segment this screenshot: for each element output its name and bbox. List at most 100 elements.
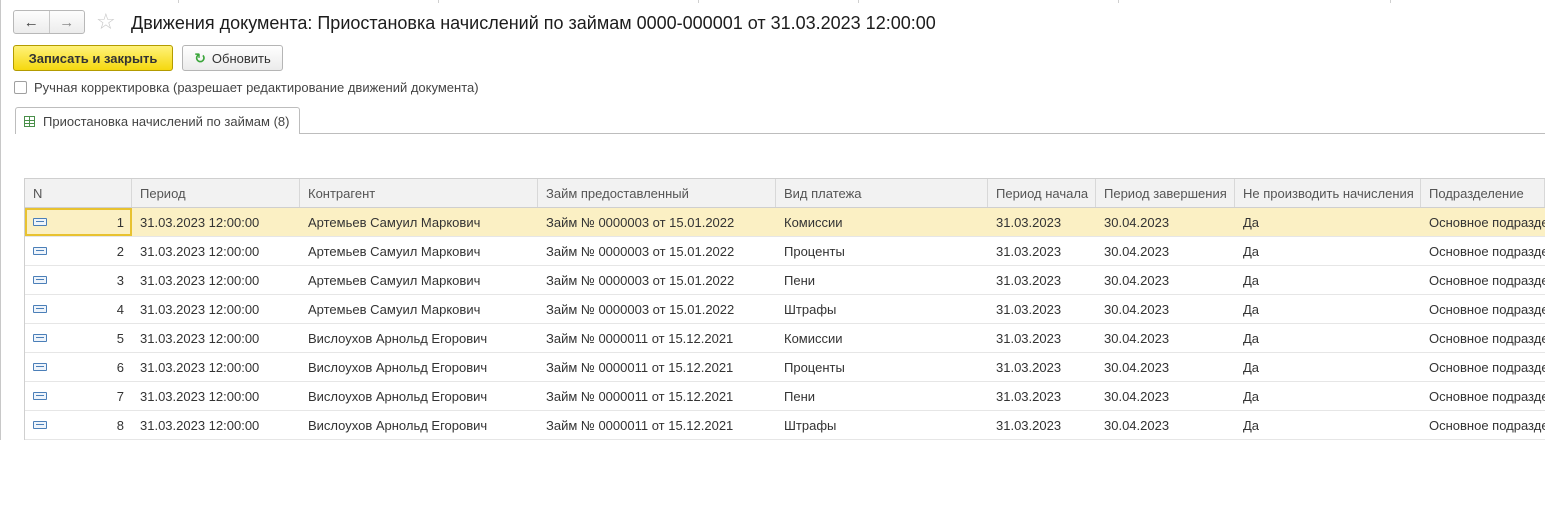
division-cell[interactable]: Основное подразде	[1421, 237, 1545, 265]
counterparty-cell[interactable]: Артемьев Самуил Маркович	[300, 266, 538, 294]
start-cell[interactable]: 31.03.2023	[988, 324, 1096, 352]
manual-edit-option[interactable]: Ручная корректировка (разрешает редактир…	[14, 80, 479, 95]
no-accrual-cell[interactable]: Да	[1235, 353, 1421, 381]
row-number-cell[interactable]: 8	[25, 411, 132, 439]
table-row[interactable]: 7 31.03.2023 12:00:00 Вислоухов Арнольд …	[25, 382, 1545, 411]
table-row[interactable]: 3 31.03.2023 12:00:00 Артемьев Самуил Ма…	[25, 266, 1545, 295]
payment-type-cell[interactable]: Проценты	[776, 237, 988, 265]
table-row[interactable]: 4 31.03.2023 12:00:00 Артемьев Самуил Ма…	[25, 295, 1545, 324]
counterparty-cell[interactable]: Вислоухов Арнольд Егорович	[300, 353, 538, 381]
period-cell[interactable]: 31.03.2023 12:00:00	[132, 208, 300, 236]
end-cell[interactable]: 30.04.2023	[1096, 237, 1235, 265]
loan-cell[interactable]: Займ № 0000003 от 15.01.2022	[538, 208, 776, 236]
division-cell[interactable]: Основное подразде	[1421, 382, 1545, 410]
loan-cell[interactable]: Займ № 0000011 от 15.12.2021	[538, 382, 776, 410]
counterparty-cell[interactable]: Вислоухов Арнольд Егорович	[300, 411, 538, 439]
start-cell[interactable]: 31.03.2023	[988, 353, 1096, 381]
loan-cell[interactable]: Займ № 0000011 от 15.12.2021	[538, 411, 776, 439]
division-cell[interactable]: Основное подразде	[1421, 324, 1545, 352]
row-number-cell[interactable]: 2	[25, 237, 132, 265]
row-number-cell[interactable]: 5	[25, 324, 132, 352]
division-cell[interactable]: Основное подразде	[1421, 295, 1545, 323]
forward-button[interactable]: →	[48, 11, 85, 33]
column-header-period[interactable]: Период	[132, 179, 300, 207]
start-cell[interactable]: 31.03.2023	[988, 208, 1096, 236]
row-number-cell[interactable]: 7	[25, 382, 132, 410]
division-cell[interactable]: Основное подразде	[1421, 266, 1545, 294]
payment-type-cell[interactable]: Проценты	[776, 353, 988, 381]
row-number-cell[interactable]: 6	[25, 353, 132, 381]
table-row[interactable]: 6 31.03.2023 12:00:00 Вислоухов Арнольд …	[25, 353, 1545, 382]
page-title: Движения документа: Приостановка начисле…	[131, 13, 936, 33]
table-row[interactable]: 1 31.03.2023 12:00:00 Артемьев Самуил Ма…	[25, 208, 1545, 237]
period-cell[interactable]: 31.03.2023 12:00:00	[132, 266, 300, 294]
end-cell[interactable]: 30.04.2023	[1096, 266, 1235, 294]
loan-cell[interactable]: Займ № 0000003 от 15.01.2022	[538, 266, 776, 294]
loan-cell[interactable]: Займ № 0000003 от 15.01.2022	[538, 295, 776, 323]
division-cell[interactable]: Основное подразде	[1421, 411, 1545, 439]
row-number-cell[interactable]: 1	[25, 208, 132, 236]
start-cell[interactable]: 31.03.2023	[988, 266, 1096, 294]
counterparty-cell[interactable]: Артемьев Самуил Маркович	[300, 295, 538, 323]
column-header-start[interactable]: Период начала	[988, 179, 1096, 207]
end-cell[interactable]: 30.04.2023	[1096, 353, 1235, 381]
period-cell[interactable]: 31.03.2023 12:00:00	[132, 411, 300, 439]
payment-type-cell[interactable]: Пени	[776, 266, 988, 294]
no-accrual-cell[interactable]: Да	[1235, 266, 1421, 294]
row-number-cell[interactable]: 4	[25, 295, 132, 323]
tab-loan-accrual-suspension[interactable]: Приостановка начислений по займам (8)	[15, 107, 300, 134]
table-row[interactable]: 8 31.03.2023 12:00:00 Вислоухов Арнольд …	[25, 411, 1545, 440]
payment-type-cell[interactable]: Пени	[776, 382, 988, 410]
period-cell[interactable]: 31.03.2023 12:00:00	[132, 353, 300, 381]
start-cell[interactable]: 31.03.2023	[988, 411, 1096, 439]
payment-type-cell[interactable]: Штрафы	[776, 411, 988, 439]
period-cell[interactable]: 31.03.2023 12:00:00	[132, 324, 300, 352]
counterparty-cell[interactable]: Вислоухов Арнольд Егорович	[300, 324, 538, 352]
row-number-cell[interactable]: 3	[25, 266, 132, 294]
column-header-counterparty[interactable]: Контрагент	[300, 179, 538, 207]
loan-cell[interactable]: Займ № 0000003 от 15.01.2022	[538, 237, 776, 265]
payment-type-cell[interactable]: Комиссии	[776, 324, 988, 352]
table-row[interactable]: 5 31.03.2023 12:00:00 Вислоухов Арнольд …	[25, 324, 1545, 353]
refresh-button[interactable]: ↻ Обновить	[182, 45, 283, 71]
loan-cell[interactable]: Займ № 0000011 от 15.12.2021	[538, 353, 776, 381]
star-icon[interactable]: ☆	[96, 10, 116, 34]
back-button[interactable]: ←	[14, 11, 49, 33]
start-cell[interactable]: 31.03.2023	[988, 237, 1096, 265]
column-header-n[interactable]: N	[25, 179, 132, 207]
period-cell[interactable]: 31.03.2023 12:00:00	[132, 295, 300, 323]
no-accrual-cell[interactable]: Да	[1235, 208, 1421, 236]
refresh-label: Обновить	[211, 50, 271, 66]
period-cell[interactable]: 31.03.2023 12:00:00	[132, 382, 300, 410]
table-row[interactable]: 2 31.03.2023 12:00:00 Артемьев Самуил Ма…	[25, 237, 1545, 266]
register-record-icon	[33, 276, 47, 284]
period-cell[interactable]: 31.03.2023 12:00:00	[132, 237, 300, 265]
end-cell[interactable]: 30.04.2023	[1096, 295, 1235, 323]
no-accrual-cell[interactable]: Да	[1235, 324, 1421, 352]
start-cell[interactable]: 31.03.2023	[988, 382, 1096, 410]
start-cell[interactable]: 31.03.2023	[988, 295, 1096, 323]
column-header-end[interactable]: Период завершения	[1096, 179, 1235, 207]
save-and-close-button[interactable]: Записать и закрыть	[13, 45, 173, 71]
counterparty-cell[interactable]: Вислоухов Арнольд Егорович	[300, 382, 538, 410]
end-cell[interactable]: 30.04.2023	[1096, 208, 1235, 236]
payment-type-cell[interactable]: Комиссии	[776, 208, 988, 236]
division-cell[interactable]: Основное подразде	[1421, 208, 1545, 236]
counterparty-cell[interactable]: Артемьев Самуил Маркович	[300, 237, 538, 265]
division-cell[interactable]: Основное подразде	[1421, 353, 1545, 381]
no-accrual-cell[interactable]: Да	[1235, 237, 1421, 265]
column-header-payment-type[interactable]: Вид платежа	[776, 179, 988, 207]
end-cell[interactable]: 30.04.2023	[1096, 382, 1235, 410]
no-accrual-cell[interactable]: Да	[1235, 295, 1421, 323]
end-cell[interactable]: 30.04.2023	[1096, 411, 1235, 439]
column-header-loan[interactable]: Займ предоставленный	[538, 179, 776, 207]
payment-type-cell[interactable]: Штрафы	[776, 295, 988, 323]
no-accrual-cell[interactable]: Да	[1235, 382, 1421, 410]
end-cell[interactable]: 30.04.2023	[1096, 324, 1235, 352]
column-header-no-accrual[interactable]: Не производить начисления	[1235, 179, 1421, 207]
counterparty-cell[interactable]: Артемьев Самуил Маркович	[300, 208, 538, 236]
column-header-division[interactable]: Подразделение	[1421, 179, 1545, 207]
loan-cell[interactable]: Займ № 0000011 от 15.12.2021	[538, 324, 776, 352]
no-accrual-cell[interactable]: Да	[1235, 411, 1421, 439]
manual-edit-checkbox[interactable]	[14, 81, 27, 94]
